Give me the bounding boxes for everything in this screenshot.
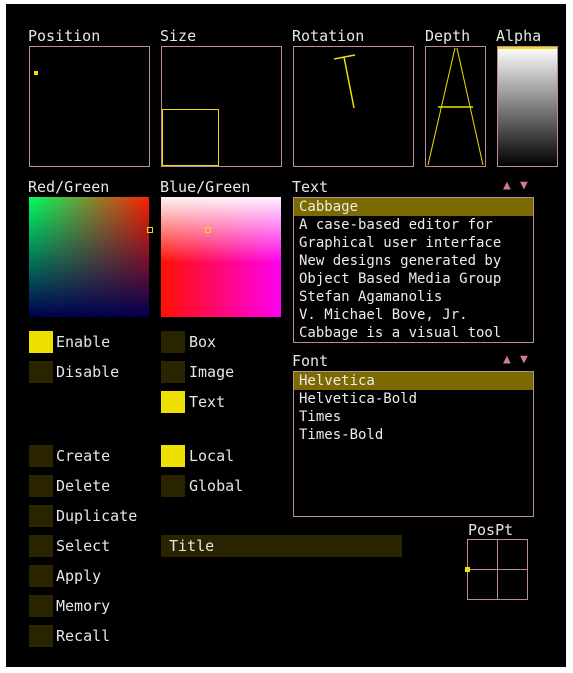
- depth-indicator[interactable]: [426, 47, 485, 166]
- create-button[interactable]: [29, 445, 53, 467]
- disable-toggle[interactable]: [29, 361, 53, 383]
- disable-label: Disable: [56, 363, 120, 381]
- text-list-item[interactable]: V. Michael Bove, Jr.: [294, 306, 533, 324]
- text-list-item[interactable]: Cabbage is a visual tool: [294, 324, 533, 342]
- text-list-item[interactable]: New designs generated by: [294, 252, 533, 270]
- text-label: Text: [189, 393, 226, 411]
- text-list[interactable]: Cabbage A case-based editor for Graphical …: [293, 197, 534, 343]
- depth-pad[interactable]: [425, 46, 486, 167]
- font-list-item[interactable]: Times: [294, 408, 533, 426]
- global-toggle[interactable]: [161, 475, 185, 497]
- rotation-indicator[interactable]: [294, 47, 413, 166]
- depth-label: Depth: [425, 27, 471, 45]
- position-label: Position: [28, 27, 101, 45]
- pospt-horizontal-divider: [468, 569, 527, 570]
- duplicate-button[interactable]: [29, 505, 53, 527]
- font-list-item[interactable]: Helvetica: [294, 372, 533, 390]
- blue-green-pad[interactable]: [161, 197, 281, 317]
- size-rect[interactable]: [162, 109, 219, 166]
- font-list-label: Font: [292, 352, 329, 370]
- global-label: Global: [189, 477, 244, 495]
- position-pad[interactable]: [29, 46, 150, 167]
- title-field-value: Title: [169, 537, 215, 555]
- blue-green-label: Blue/Green: [160, 178, 251, 196]
- select-button[interactable]: [29, 535, 53, 557]
- rotation-pad[interactable]: [293, 46, 414, 167]
- alpha-label: Alpha: [496, 27, 542, 45]
- red-green-marker[interactable]: [147, 227, 153, 233]
- duplicate-label: Duplicate: [56, 507, 138, 525]
- local-toggle[interactable]: [161, 445, 185, 467]
- pospt-marker[interactable]: [465, 567, 470, 572]
- box-label: Box: [189, 333, 217, 351]
- red-green-pad[interactable]: [29, 197, 153, 317]
- text-toggle[interactable]: [161, 391, 185, 413]
- local-label: Local: [189, 447, 235, 465]
- rotation-label: Rotation: [292, 27, 365, 45]
- text-list-item[interactable]: Stefan Agamanolis: [294, 288, 533, 306]
- select-label: Select: [56, 537, 111, 555]
- font-scroll-up-icon[interactable]: ▲: [503, 352, 511, 367]
- text-list-item[interactable]: Graphical user interface: [294, 234, 533, 252]
- editor-panel: Position Size Rotation Depth Alpha Red/G…: [6, 4, 566, 667]
- pospt-pad[interactable]: [465, 539, 528, 600]
- pospt-label: PosPt: [468, 521, 514, 539]
- alpha-marker[interactable]: [498, 47, 557, 49]
- recall-button[interactable]: [29, 625, 53, 647]
- title-field[interactable]: Title: [161, 535, 402, 557]
- position-marker[interactable]: [34, 71, 38, 75]
- image-label: Image: [189, 363, 235, 381]
- font-scroll-down-icon[interactable]: ▼: [520, 352, 528, 367]
- red-green-label: Red/Green: [28, 178, 110, 196]
- font-list-item[interactable]: Helvetica-Bold: [294, 390, 533, 408]
- enable-toggle[interactable]: [29, 331, 53, 353]
- memory-button[interactable]: [29, 595, 53, 617]
- font-list-item[interactable]: Times-Bold: [294, 426, 533, 444]
- enable-label: Enable: [56, 333, 111, 351]
- apply-button[interactable]: [29, 565, 53, 587]
- size-label: Size: [160, 27, 197, 45]
- text-scroll-up-icon[interactable]: ▲: [503, 178, 511, 193]
- text-list-item[interactable]: Cabbage: [294, 198, 533, 216]
- delete-label: Delete: [56, 477, 111, 495]
- memory-label: Memory: [56, 597, 111, 615]
- apply-label: Apply: [56, 567, 102, 585]
- delete-button[interactable]: [29, 475, 53, 497]
- create-label: Create: [56, 447, 111, 465]
- recall-label: Recall: [56, 627, 111, 645]
- text-list-item[interactable]: Object Based Media Group: [294, 270, 533, 288]
- image-toggle[interactable]: [161, 361, 185, 383]
- text-list-item[interactable]: A case-based editor for: [294, 216, 533, 234]
- text-list-label: Text: [292, 178, 329, 196]
- alpha-pad[interactable]: [497, 46, 558, 167]
- text-scroll-down-icon[interactable]: ▼: [520, 178, 528, 193]
- blue-green-marker[interactable]: [205, 227, 211, 233]
- font-list[interactable]: Helvetica Helvetica-Bold Times Times-Bold: [293, 371, 534, 517]
- size-pad[interactable]: [161, 46, 282, 167]
- box-toggle[interactable]: [161, 331, 185, 353]
